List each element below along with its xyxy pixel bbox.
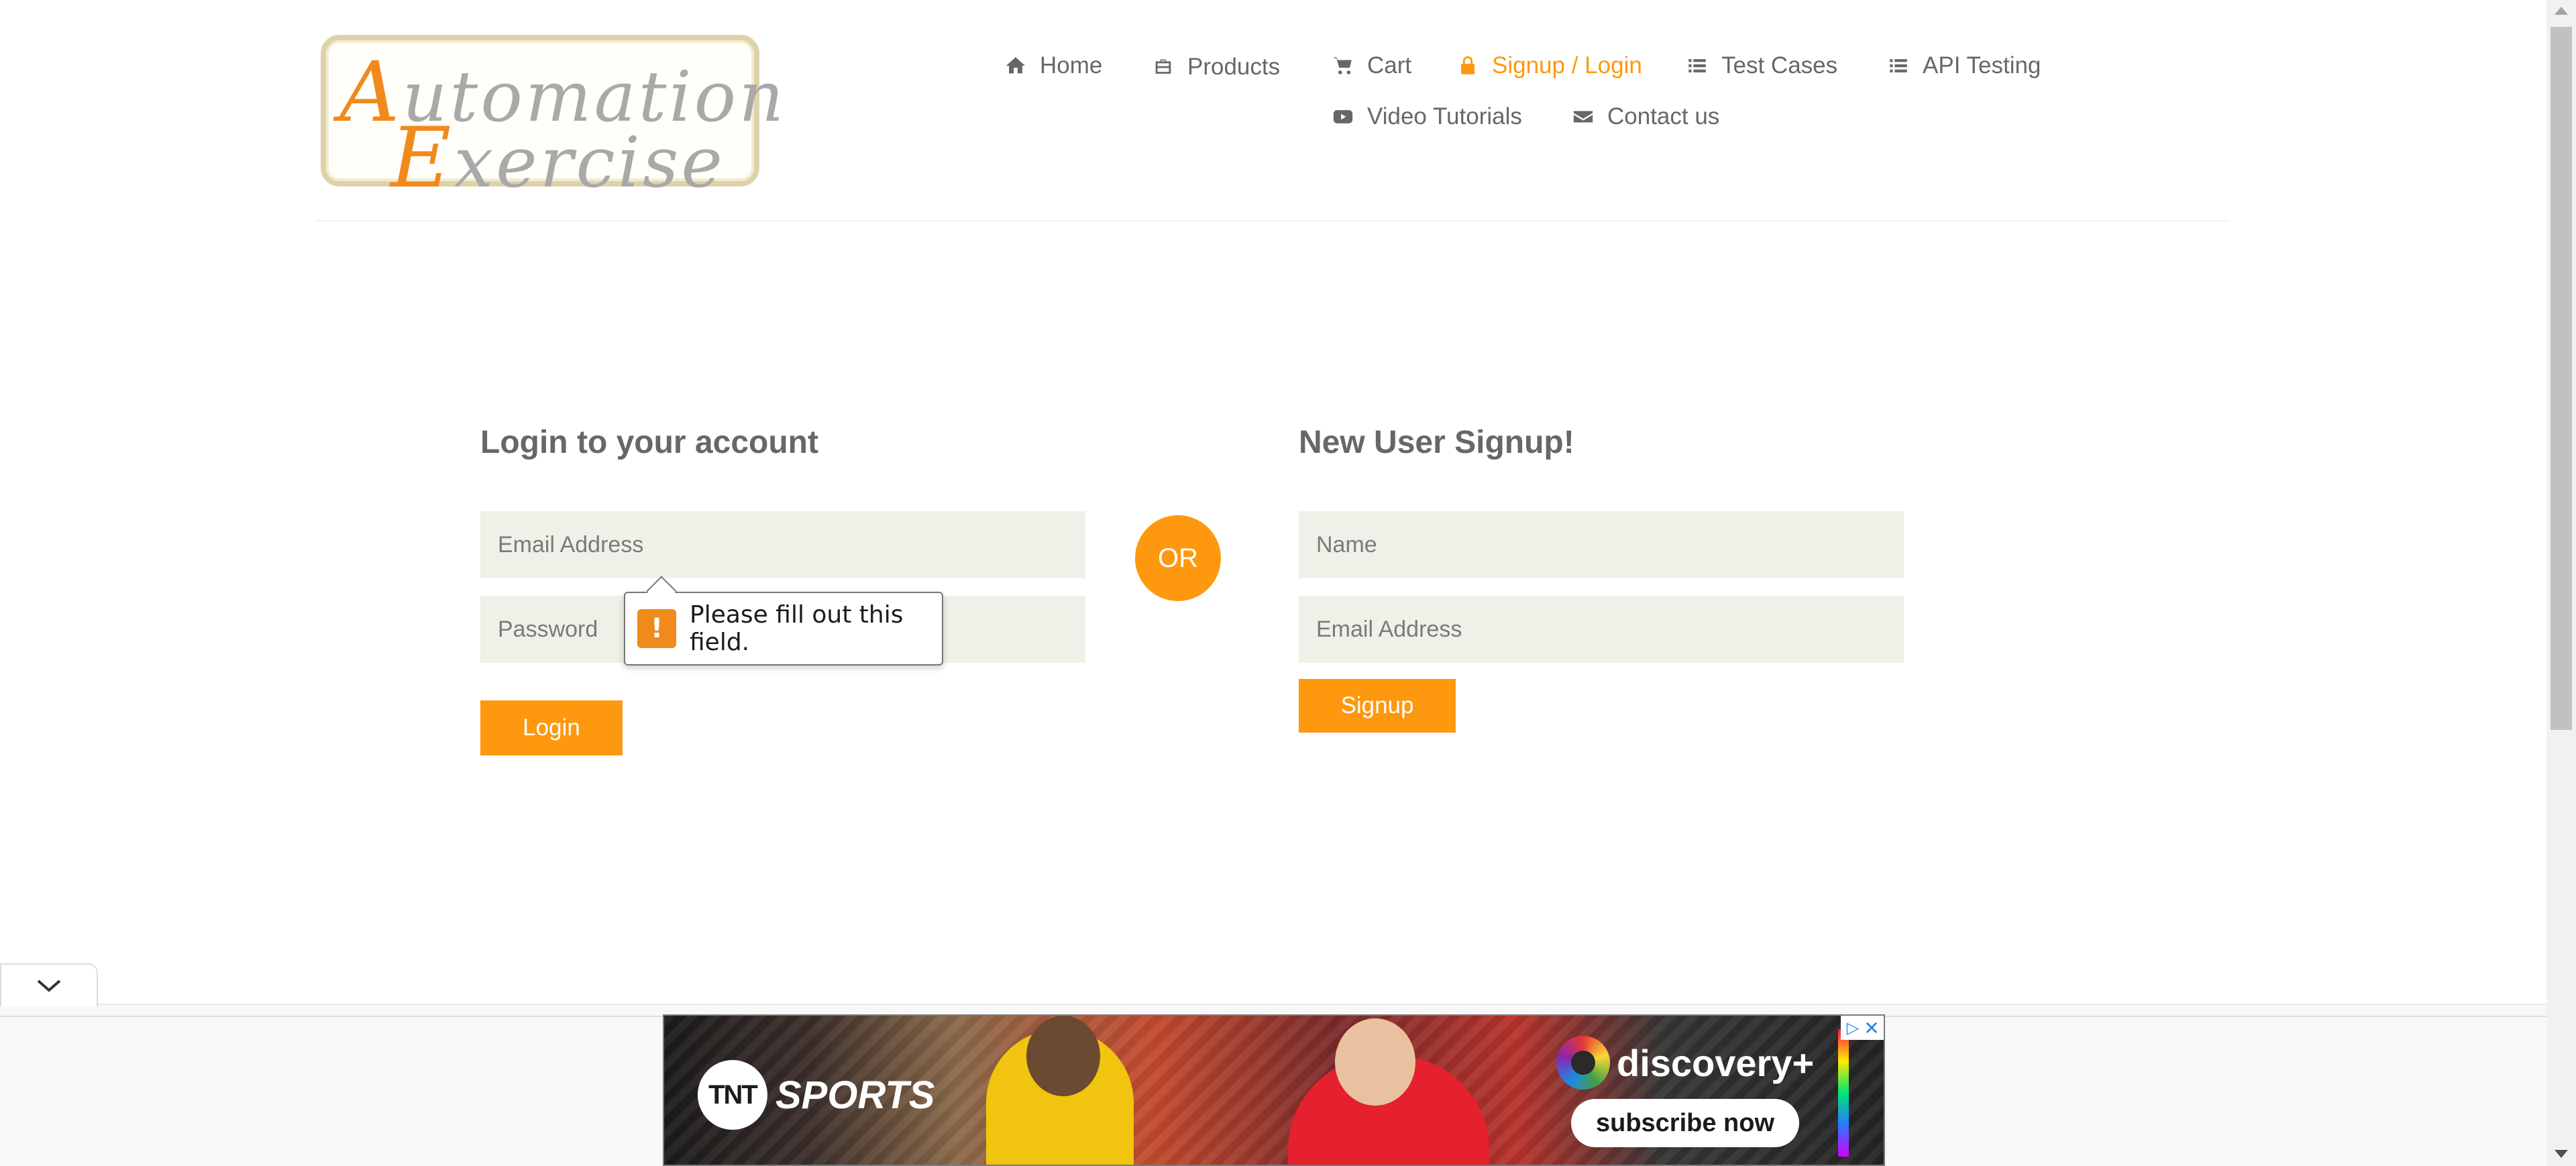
nav-video-tutorials-label: Video Tutorials [1367, 103, 1522, 129]
envelope-icon [1571, 105, 1595, 129]
chevron-down-icon [37, 979, 61, 992]
tnt-badge: TNT [698, 1060, 767, 1130]
signup-name-input[interactable] [1299, 511, 1904, 578]
home-icon [1004, 54, 1028, 78]
signup-title: New User Signup! [1299, 425, 1574, 460]
ad-banner[interactable]: TNT SPORTS discovery+ subscribe now ▷ ✕ [663, 1014, 1885, 1166]
login-button[interactable]: Login [480, 700, 623, 755]
scroll-up-arrow-icon[interactable] [2555, 7, 2568, 15]
list-icon [1886, 54, 1911, 78]
subscribe-now-button[interactable]: subscribe now [1571, 1099, 1799, 1147]
list-icon [1685, 54, 1709, 78]
nav-products[interactable]: Products [1151, 54, 1280, 81]
briefcase-icon [1151, 55, 1175, 79]
nav-contact-us[interactable]: Contact us [1571, 103, 1719, 130]
nav-api-testing-label: API Testing [1923, 52, 2041, 78]
nav-api-testing[interactable]: API Testing [1886, 52, 2041, 79]
tnt-sports-text: SPORTS [775, 1073, 935, 1117]
nav-home-label: Home [1040, 52, 1103, 78]
signup-button[interactable]: Signup [1299, 679, 1456, 733]
scroll-down-arrow-icon[interactable] [2555, 1150, 2568, 1158]
cart-icon [1331, 54, 1355, 78]
discovery-plus-text: discovery+ [1617, 1041, 1815, 1084]
ad-spectrum-bar [1838, 1029, 1849, 1157]
nav-products-label: Products [1187, 54, 1281, 80]
nav-cart-label: Cart [1367, 52, 1412, 78]
validation-tooltip: ! Please fill out this field. [624, 576, 943, 666]
nav-signup-login[interactable]: Signup / Login [1456, 52, 1642, 79]
warning-icon: ! [637, 609, 676, 648]
page-scrollbar[interactable] [2546, 0, 2576, 1166]
header-divider [315, 220, 2230, 221]
ad-player-head [1335, 1018, 1415, 1106]
signup-email-input[interactable] [1299, 596, 1904, 663]
ad-collapse-button[interactable] [0, 963, 98, 1006]
validation-message: Please fill out this field. [690, 601, 904, 656]
scrollbar-thumb[interactable] [2551, 27, 2572, 730]
ad-player-head [1026, 1016, 1100, 1096]
site-logo[interactable]: Automation Exercise [321, 35, 784, 207]
nav-test-cases[interactable]: Test Cases [1685, 52, 1837, 79]
nav-signup-login-label: Signup / Login [1492, 52, 1642, 78]
tooltip-arrow [646, 576, 677, 606]
page: Automation Exercise Home Products Cart S… [0, 0, 2576, 1166]
discovery-ring-icon [1556, 1036, 1610, 1090]
lock-icon [1456, 54, 1480, 78]
tnt-sports-logo: TNT SPORTS [698, 1060, 934, 1130]
logo-line-2: Exercise [390, 110, 725, 207]
or-divider: OR [1135, 515, 1221, 601]
discovery-plus-logo: discovery+ [1556, 1036, 1814, 1090]
nav-test-cases-label: Test Cases [1721, 52, 1838, 78]
nav-cart[interactable]: Cart [1331, 52, 1411, 79]
nav-video-tutorials[interactable]: Video Tutorials [1331, 103, 1522, 130]
youtube-play-icon [1331, 105, 1355, 129]
login-title: Login to your account [480, 425, 818, 460]
close-ad-icon[interactable]: ✕ [1860, 1016, 1884, 1040]
nav-home[interactable]: Home [1004, 52, 1102, 79]
login-email-input[interactable] [480, 511, 1085, 578]
nav-contact-us-label: Contact us [1607, 103, 1720, 129]
